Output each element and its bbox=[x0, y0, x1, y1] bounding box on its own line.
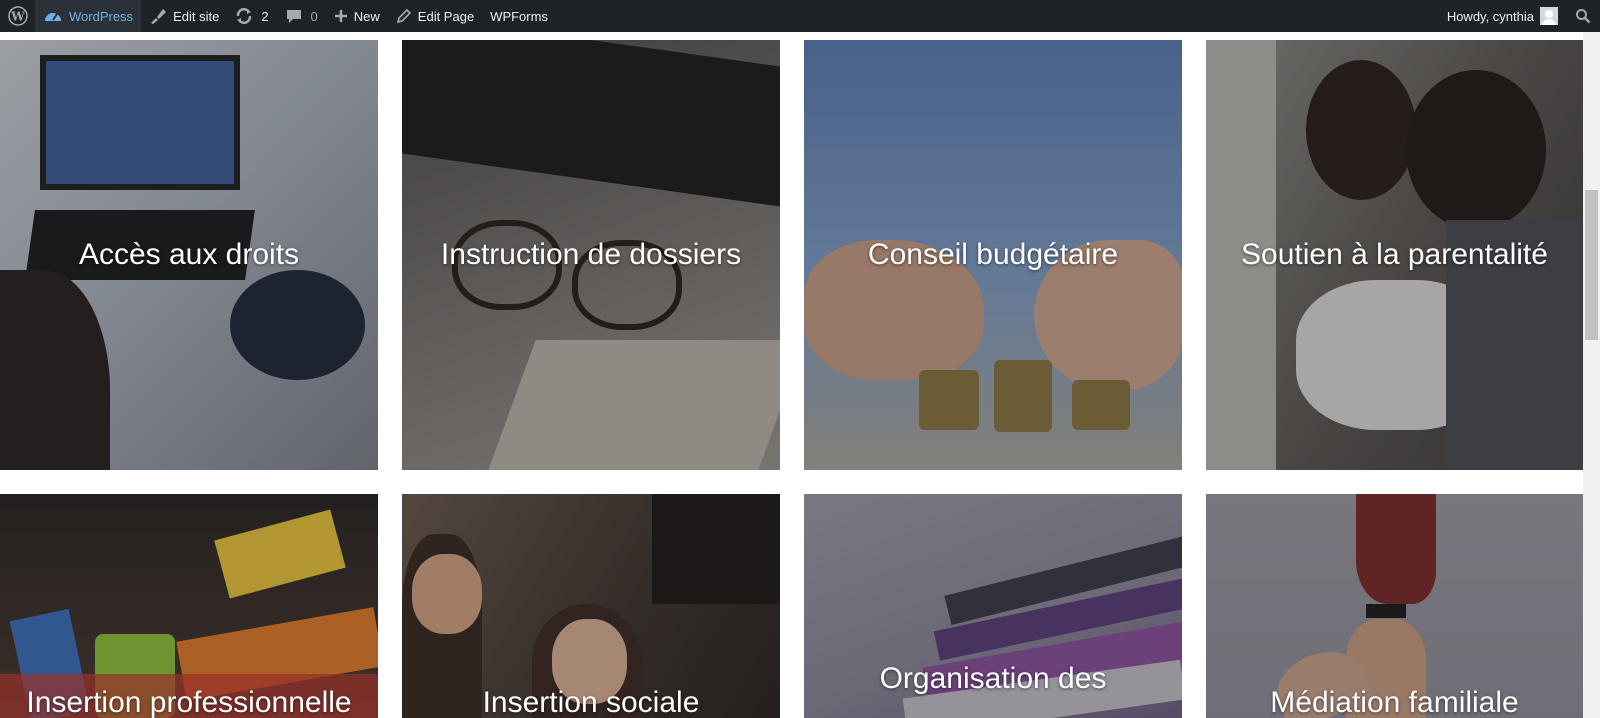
comments-link[interactable]: 0 bbox=[277, 0, 326, 32]
wordpress-logo-icon[interactable]: W bbox=[0, 0, 35, 32]
edit-site-label: Edit site bbox=[173, 8, 220, 24]
tile-title: Accès aux droits bbox=[78, 238, 300, 271]
tile-title: Conseil budgétaire bbox=[867, 238, 1119, 271]
wpforms-menu[interactable]: WPForms bbox=[482, 0, 556, 32]
tile-title: Insertion sociale bbox=[482, 686, 700, 718]
my-account-menu[interactable]: Howdy, cynthia bbox=[1439, 0, 1566, 32]
new-label: New bbox=[353, 8, 380, 24]
dashboard-icon bbox=[43, 7, 63, 25]
tile-title: Instruction de dossiers bbox=[440, 238, 742, 271]
howdy-label: Howdy, cynthia bbox=[1446, 8, 1534, 24]
tile-soutien-parentalite[interactable]: Soutien à la parentalité bbox=[1206, 40, 1583, 470]
tile-title: Médiation familiale bbox=[1270, 686, 1519, 718]
tile-insertion-professionnelle[interactable]: Insertion professionnelle bbox=[0, 494, 378, 718]
tile-title: Insertion professionnelle bbox=[26, 686, 352, 718]
tile-mediation-familiale[interactable]: Médiation familiale bbox=[1206, 494, 1583, 718]
comment-icon bbox=[285, 7, 303, 25]
wpforms-label: WPForms bbox=[490, 8, 548, 24]
svg-text:W: W bbox=[10, 10, 25, 24]
avatar bbox=[1540, 7, 1558, 25]
updates-link[interactable]: 2 bbox=[227, 0, 276, 32]
site-name-menu[interactable]: WordPress bbox=[35, 0, 142, 32]
edit-page-label: Edit Page bbox=[417, 8, 475, 24]
tile-organisation-des[interactable]: Organisation des bbox=[804, 494, 1182, 718]
pencil-icon bbox=[396, 8, 412, 24]
tile-title: Organisation des bbox=[879, 662, 1107, 695]
tile-title: Soutien à la parentalité bbox=[1241, 238, 1548, 271]
edit-page-link[interactable]: Edit Page bbox=[388, 0, 482, 32]
plus-icon bbox=[334, 9, 348, 23]
scrollbar-thumb[interactable] bbox=[1585, 190, 1598, 340]
admin-bar: W WordPress Edit site 2 0 New Edit Page … bbox=[0, 0, 1600, 32]
tile-acces-aux-droits[interactable]: Accès aux droits bbox=[0, 40, 378, 470]
comments-count: 0 bbox=[310, 8, 318, 24]
edit-site-link[interactable]: Edit site bbox=[141, 0, 227, 32]
tile-conseil-budgetaire[interactable]: Conseil budgétaire bbox=[804, 40, 1182, 470]
tile-instruction-de-dossiers[interactable]: Instruction de dossiers bbox=[402, 40, 780, 470]
tile-insertion-sociale[interactable]: Insertion sociale bbox=[402, 494, 780, 718]
search-icon[interactable] bbox=[1566, 0, 1600, 32]
page-scrollbar[interactable] bbox=[1583, 32, 1600, 718]
updates-icon bbox=[235, 7, 253, 25]
site-name-label: WordPress bbox=[69, 8, 134, 24]
new-content-menu[interactable]: New bbox=[326, 0, 388, 32]
updates-count: 2 bbox=[261, 8, 269, 24]
brush-icon bbox=[149, 7, 167, 25]
